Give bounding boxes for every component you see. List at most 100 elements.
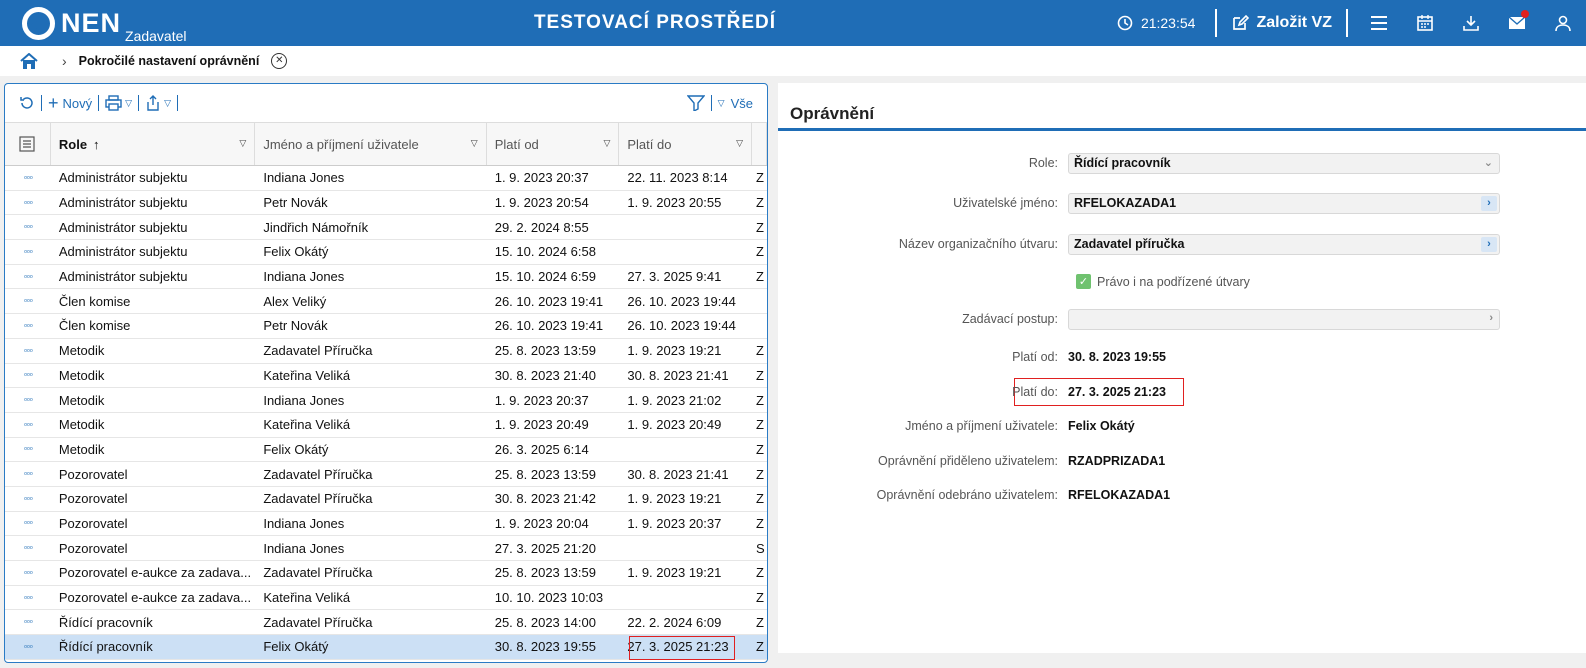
column-label: Platí do	[627, 136, 672, 152]
chevron-right-icon[interactable]: ›	[1481, 236, 1497, 252]
create-vz-button[interactable]: Založit VZ	[1225, 14, 1338, 32]
filter-icon	[686, 95, 705, 111]
plus-icon: +	[48, 93, 59, 113]
row-actions-icon[interactable]: ◦◦◦	[5, 197, 51, 209]
column-header-more[interactable]	[752, 123, 767, 165]
row-actions-icon[interactable]: ◦◦◦	[5, 246, 51, 258]
mail-button[interactable]	[1494, 0, 1540, 46]
role-cell: Metodik	[58, 441, 105, 457]
row-actions-icon[interactable]: ◦◦◦	[5, 468, 51, 480]
table-row[interactable]: ◦◦◦ Pozorovatel Zadavatel Příručka 25. 8. 2…	[5, 462, 767, 487]
table-row[interactable]: ◦◦◦ Řídící pracovník Zadavatel Příručka 25.…	[5, 610, 767, 636]
table-row[interactable]: ◦◦◦ Člen komise Alex Veliký 26. 10. 2023 19…	[5, 289, 767, 315]
download-button[interactable]	[1448, 0, 1494, 46]
table-row[interactable]: ◦◦◦ Metodik Zadavatel Příručka 25. 8. 2023 …	[5, 339, 767, 364]
row-actions-icon[interactable]: ◦◦◦	[5, 443, 51, 455]
close-tab-button[interactable]: ✕	[271, 53, 288, 69]
filter-button[interactable]	[681, 95, 711, 111]
unit-field[interactable]: Zadavatel příručka ›	[1068, 233, 1500, 255]
valid-from-cell: 1. 9. 2023 20:37	[494, 392, 589, 408]
table-row[interactable]: ◦◦◦ Administrátor subjektu Indiana Jones 1.…	[5, 166, 767, 191]
table-row[interactable]: ◦◦◦ Člen komise Petr Novák 26. 10. 2023 19:…	[5, 314, 767, 339]
filter-all-dropdown[interactable]: ▽ Vše	[712, 96, 759, 111]
row-actions-icon[interactable]: ◦◦◦	[5, 542, 51, 554]
procedure-field[interactable]: ›	[1068, 308, 1500, 330]
export-button[interactable]: ▽	[139, 95, 177, 111]
table-row[interactable]: ◦◦◦ Administrátor subjektu Indiana Jones 15…	[5, 265, 767, 290]
column-header-name[interactable]: Jméno a příjmení uživatele ▽	[255, 123, 487, 165]
table-row[interactable]: ◦◦◦ Pozorovatel Zadavatel Příručka 30. 8. 2…	[5, 487, 767, 512]
row-actions-icon[interactable]: ◦◦◦	[5, 517, 51, 529]
checkbox-checked-icon[interactable]: ✓	[1076, 274, 1091, 289]
extra-cell: Z	[756, 269, 764, 285]
row-actions-icon[interactable]: ◦◦◦	[5, 172, 51, 184]
table-header: Role ↑ ▽ Jméno a příjmení uživatele ▽ Pl…	[5, 122, 767, 166]
table-row[interactable]: ◦◦◦ Administrátor subjektu Felix Okátý 15. …	[5, 240, 767, 265]
field-label: Jméno a příjmení uživatele:	[905, 419, 1058, 433]
row-actions-icon[interactable]: ◦◦◦	[5, 271, 51, 283]
table-row[interactable]: ◦◦◦ Pozorovatel Indiana Jones 1. 9. 2023 20…	[5, 512, 767, 537]
row-actions-icon[interactable]: ◦◦◦	[5, 419, 51, 431]
table-row[interactable]: ◦◦◦ Pozorovatel Indiana Jones 27. 3. 2025 2…	[5, 536, 767, 561]
create-vz-label: Založit VZ	[1256, 14, 1332, 31]
column-header-valid-from[interactable]: Platí od ▽	[487, 123, 620, 165]
mail-icon	[1508, 16, 1526, 29]
row-actions-icon[interactable]: ◦◦◦	[5, 295, 51, 307]
username-field[interactable]: RFELOKAZADA1 ›	[1068, 192, 1500, 214]
home-button[interactable]	[20, 51, 40, 71]
table-row[interactable]: ◦◦◦ Metodik Kateřina Veliká 30. 8. 2023 21:…	[5, 364, 767, 389]
role-cell: Pozorovatel e-aukce za zadava...	[58, 565, 252, 581]
table-row[interactable]: ◦◦◦ Pozorovatel e-aukce za zadava... Zadav…	[5, 561, 767, 586]
row-actions-icon[interactable]: ◦◦◦	[5, 369, 51, 381]
filter-dropdown-icon[interactable]: ▽	[603, 138, 610, 149]
table-row[interactable]: ◦◦◦ Administrátor subjektu Petr Novák 1. 9.…	[5, 191, 767, 216]
name-cell: Petr Novák	[263, 195, 328, 211]
row-actions-icon[interactable]: ◦◦◦	[5, 592, 51, 604]
user-button[interactable]	[1540, 0, 1586, 46]
filter-dropdown-icon[interactable]: ▽	[239, 138, 246, 149]
role-cell: Administrátor subjektu	[58, 195, 188, 211]
column-header-valid-to[interactable]: Platí do ▽	[619, 123, 753, 165]
calendar-button[interactable]	[1402, 0, 1448, 46]
column-settings-button[interactable]	[5, 123, 51, 165]
new-button[interactable]: + Nový	[42, 94, 98, 112]
table-row[interactable]: ◦◦◦ Pozorovatel e-aukce za zadava... Kateř…	[5, 586, 767, 611]
name-cell: Kateřina Veliká	[263, 590, 351, 606]
row-actions-icon[interactable]: ◦◦◦	[5, 493, 51, 505]
valid-from-cell: 30. 8. 2023 19:55	[494, 639, 596, 655]
table-row[interactable]: ◦◦◦ Administrátor subjektu Jindřich Námořn…	[5, 215, 767, 241]
extra-cell: Z	[756, 244, 764, 260]
role-select[interactable]: Řídící pracovník ⌄	[1068, 152, 1500, 174]
row-actions-icon[interactable]: ◦◦◦	[5, 567, 51, 579]
role-cell: Administrátor subjektu	[58, 269, 188, 285]
separator	[176, 95, 178, 111]
table-row[interactable]: ◦◦◦ Metodik Indiana Jones 1. 9. 2023 20:37 1…	[5, 388, 767, 413]
row-actions-icon[interactable]: ◦◦◦	[5, 641, 51, 653]
subunits-checkbox-row[interactable]: ✓ Právo i na podřízené útvary	[1076, 274, 1250, 289]
share-icon	[147, 95, 159, 111]
filter-dropdown-icon[interactable]: ▽	[471, 138, 478, 149]
valid-from-cell: 27. 3. 2025 21:20	[494, 540, 596, 556]
filter-all-label: Vše	[730, 95, 753, 111]
table-row[interactable]: ◦◦◦ Metodik Felix Okátý 26. 3. 2025 6:14 Z	[5, 438, 767, 463]
name-cell: Zadavatel Příručka	[263, 491, 373, 507]
table-row[interactable]: ◦◦◦ Metodik Kateřina Veliká 1. 9. 2023 20:4…	[5, 413, 767, 438]
print-button[interactable]: ▽	[99, 95, 138, 111]
row-actions-icon[interactable]: ◦◦◦	[5, 616, 51, 628]
role-cell: Administrátor subjektu	[58, 244, 188, 260]
row-actions-icon[interactable]: ◦◦◦	[5, 394, 51, 406]
name-cell: Zadavatel Příručka	[263, 343, 373, 359]
row-actions-icon[interactable]: ◦◦◦	[5, 320, 51, 332]
sort-ascending-icon: ↑	[93, 136, 100, 152]
role-cell: Metodik	[58, 367, 105, 383]
valid-from-cell: 15. 10. 2024 6:59	[494, 269, 596, 285]
breadcrumb: › Pokročilé nastavení oprávnění ✕	[0, 46, 1586, 76]
column-label: Jméno a příjmení uživatele	[263, 136, 419, 152]
refresh-button[interactable]	[13, 95, 41, 111]
menu-button[interactable]	[1356, 0, 1402, 46]
chevron-right-icon[interactable]: ›	[1481, 195, 1497, 211]
row-actions-icon[interactable]: ◦◦◦	[5, 345, 51, 357]
column-header-role[interactable]: Role ↑ ▽	[51, 123, 256, 165]
filter-dropdown-icon[interactable]: ▽	[736, 138, 743, 149]
row-actions-icon[interactable]: ◦◦◦	[5, 221, 51, 233]
